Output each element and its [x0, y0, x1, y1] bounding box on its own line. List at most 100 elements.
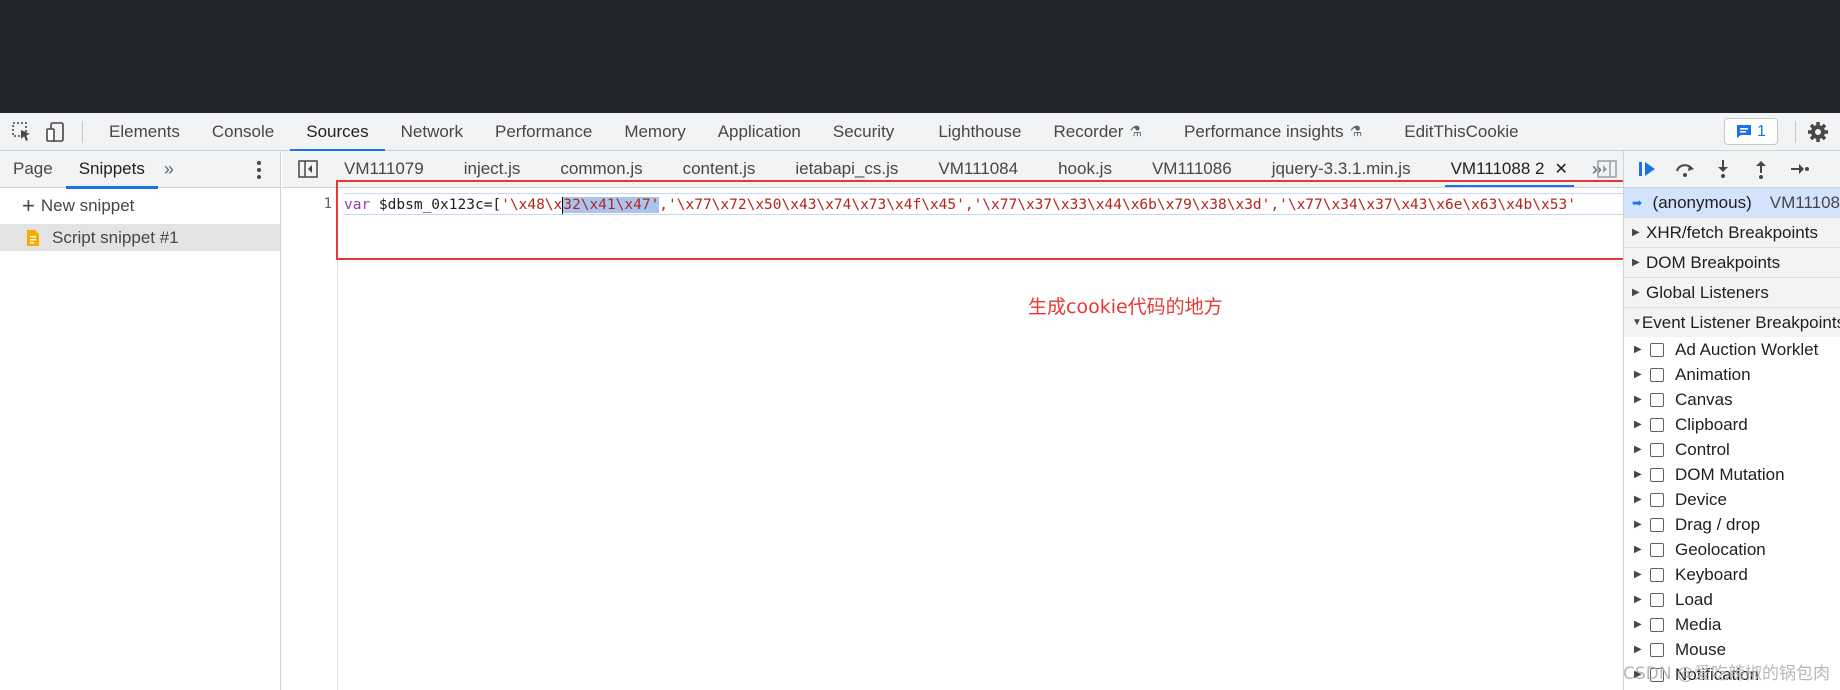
- toolbar-divider: [1795, 121, 1796, 143]
- sources-navigator: Page Snippets » + New snippet Script sni…: [0, 151, 281, 690]
- event-listener-label: Media: [1675, 614, 1722, 634]
- experiment-flask-icon: ⚗: [1349, 123, 1363, 139]
- event-listener-label: Animation: [1675, 364, 1751, 384]
- event-listener-item[interactable]: ▶ Clipboard: [1624, 412, 1840, 437]
- event-listener-item[interactable]: ▶ Media: [1624, 612, 1840, 637]
- tab-memory[interactable]: Memory: [608, 113, 701, 151]
- expand-triangle-icon[interactable]: ▶: [1634, 544, 1650, 555]
- expand-triangle-icon[interactable]: ▶: [1634, 569, 1650, 580]
- tab-recorder[interactable]: Recorder ⚗: [1038, 113, 1168, 151]
- devtools-main-tabbar: Elements Console Sources Network Perform…: [0, 113, 1840, 152]
- event-listener-item[interactable]: ▶ Canvas: [1624, 387, 1840, 412]
- watermark: CSDN @爱吃辣椒的锅包肉: [1623, 664, 1830, 684]
- section-dom-breakpoints[interactable]: ▶ DOM Breakpoints: [1624, 247, 1840, 277]
- expand-triangle-icon[interactable]: ▶: [1634, 619, 1650, 630]
- checkbox[interactable]: [1650, 492, 1664, 507]
- step-icon[interactable]: [1780, 151, 1818, 188]
- call-frame-location[interactable]: VM11108: [1770, 193, 1840, 213]
- top-dark-area: [0, 0, 1840, 113]
- event-listener-item[interactable]: ▶ Device: [1624, 487, 1840, 512]
- expand-triangle-icon[interactable]: ▶: [1634, 644, 1650, 655]
- debugger-toolbar: [1624, 151, 1840, 188]
- device-toolbar-icon[interactable]: [40, 116, 72, 148]
- tab-network[interactable]: Network: [385, 113, 479, 151]
- checkbox[interactable]: [1650, 342, 1664, 357]
- checkbox[interactable]: [1650, 392, 1664, 407]
- event-listener-label: Keyboard: [1675, 564, 1748, 584]
- checkbox[interactable]: [1650, 517, 1664, 532]
- current-frame-arrow-icon: ➡: [1632, 195, 1643, 210]
- event-listener-list: ▶ Ad Auction Worklet ▶ Animation ▶ Canvas ▶ Cli…: [1624, 337, 1840, 687]
- tab-elements[interactable]: Elements: [93, 113, 196, 151]
- new-snippet-button[interactable]: + New snippet: [0, 188, 280, 224]
- tab-console[interactable]: Console: [196, 113, 290, 151]
- tab-sources[interactable]: Sources: [290, 113, 386, 152]
- call-frame-item[interactable]: ➡ (anonymous) VM11108: [1624, 188, 1840, 217]
- expand-triangle-icon[interactable]: ▶: [1634, 494, 1650, 505]
- event-listener-item[interactable]: ▶ Control: [1624, 437, 1840, 462]
- tab-editthiscookie[interactable]: EditThisCookie: [1388, 113, 1534, 151]
- snippet-name: Script snippet #1: [52, 227, 179, 247]
- event-listener-label: Control: [1675, 439, 1730, 459]
- event-listener-item[interactable]: ▶ Animation: [1624, 362, 1840, 387]
- expand-triangle-icon[interactable]: ▶: [1634, 344, 1650, 355]
- line-gutter: 1: [282, 188, 338, 690]
- event-listener-item[interactable]: ▶ Keyboard: [1624, 562, 1840, 587]
- expand-triangle-icon[interactable]: ▶: [1634, 594, 1650, 605]
- section-label: Event Listener Breakpoints: [1641, 312, 1840, 332]
- toggle-debugger-icon[interactable]: [1597, 160, 1617, 178]
- expand-triangle-icon[interactable]: ▶: [1634, 444, 1650, 455]
- step-out-icon[interactable]: [1742, 151, 1780, 188]
- section-xhr-breakpoints[interactable]: ▶ XHR/fetch Breakpoints: [1624, 217, 1840, 247]
- checkbox[interactable]: [1650, 417, 1664, 432]
- checkbox[interactable]: [1650, 642, 1664, 657]
- expand-triangle-icon[interactable]: ▶: [1634, 469, 1650, 480]
- debugger-sidebar: ➡ (anonymous) VM11108 ▶ XHR/fetch Breakp…: [1623, 151, 1840, 690]
- step-into-icon[interactable]: [1704, 151, 1742, 188]
- resume-icon[interactable]: [1628, 151, 1666, 188]
- tab-security[interactable]: Security: [817, 113, 922, 151]
- section-global-listeners[interactable]: ▶ Global Listeners: [1624, 277, 1840, 307]
- event-listener-item[interactable]: ▶ Drag / drop: [1624, 512, 1840, 537]
- section-label: DOM Breakpoints: [1646, 252, 1781, 272]
- section-event-listener-breakpoints[interactable]: ▼ Event Listener Breakpoints: [1624, 307, 1840, 337]
- expand-triangle-icon[interactable]: ▶: [1634, 419, 1650, 430]
- tab-performance[interactable]: Performance: [479, 113, 608, 151]
- expand-triangle-icon: ▶: [1632, 257, 1640, 268]
- checkbox[interactable]: [1650, 442, 1664, 457]
- event-listener-item[interactable]: ▶ Geolocation: [1624, 537, 1840, 562]
- tab-application[interactable]: Application: [702, 113, 817, 151]
- event-listener-label: Clipboard: [1675, 414, 1748, 434]
- tab-lighthouse[interactable]: Lighthouse: [922, 113, 1037, 151]
- snippet-item[interactable]: Script snippet #1: [0, 224, 280, 251]
- tab-performance-insights[interactable]: Performance insights ⚗: [1168, 113, 1388, 151]
- event-listener-item[interactable]: ▶ Ad Auction Worklet: [1624, 337, 1840, 362]
- kebab-menu-icon[interactable]: [256, 160, 262, 180]
- tab-snippets[interactable]: Snippets: [65, 151, 159, 189]
- toggle-navigator-icon[interactable]: [292, 151, 324, 187]
- expand-triangle-icon[interactable]: ▶: [1634, 519, 1650, 530]
- checkbox[interactable]: [1650, 567, 1664, 582]
- experiment-flask-icon: ⚗: [1129, 123, 1142, 139]
- issue-message-icon: [1737, 125, 1752, 138]
- checkbox[interactable]: [1650, 367, 1664, 382]
- settings-gear-icon[interactable]: [1804, 118, 1832, 146]
- navigator-tabs: Page Snippets »: [0, 151, 280, 189]
- more-tabs-chevron-icon[interactable]: »: [158, 159, 180, 180]
- event-listener-label: Ad Auction Worklet: [1675, 339, 1819, 359]
- checkbox[interactable]: [1650, 617, 1664, 632]
- expand-triangle-icon[interactable]: ▶: [1634, 369, 1650, 380]
- issues-button[interactable]: 1: [1724, 118, 1778, 145]
- inspect-element-icon[interactable]: [6, 116, 38, 148]
- event-listener-label: Mouse: [1675, 639, 1727, 659]
- step-over-icon[interactable]: [1666, 151, 1704, 188]
- checkbox[interactable]: [1650, 542, 1664, 557]
- expand-triangle-icon[interactable]: ▶: [1634, 394, 1650, 405]
- section-label: XHR/fetch Breakpoints: [1646, 222, 1818, 242]
- close-tab-icon[interactable]: ✕: [1554, 159, 1567, 179]
- checkbox[interactable]: [1650, 592, 1664, 607]
- event-listener-item[interactable]: ▶ DOM Mutation: [1624, 462, 1840, 487]
- tab-page[interactable]: Page: [0, 151, 66, 188]
- checkbox[interactable]: [1650, 467, 1664, 482]
- event-listener-item[interactable]: ▶ Load: [1624, 587, 1840, 612]
